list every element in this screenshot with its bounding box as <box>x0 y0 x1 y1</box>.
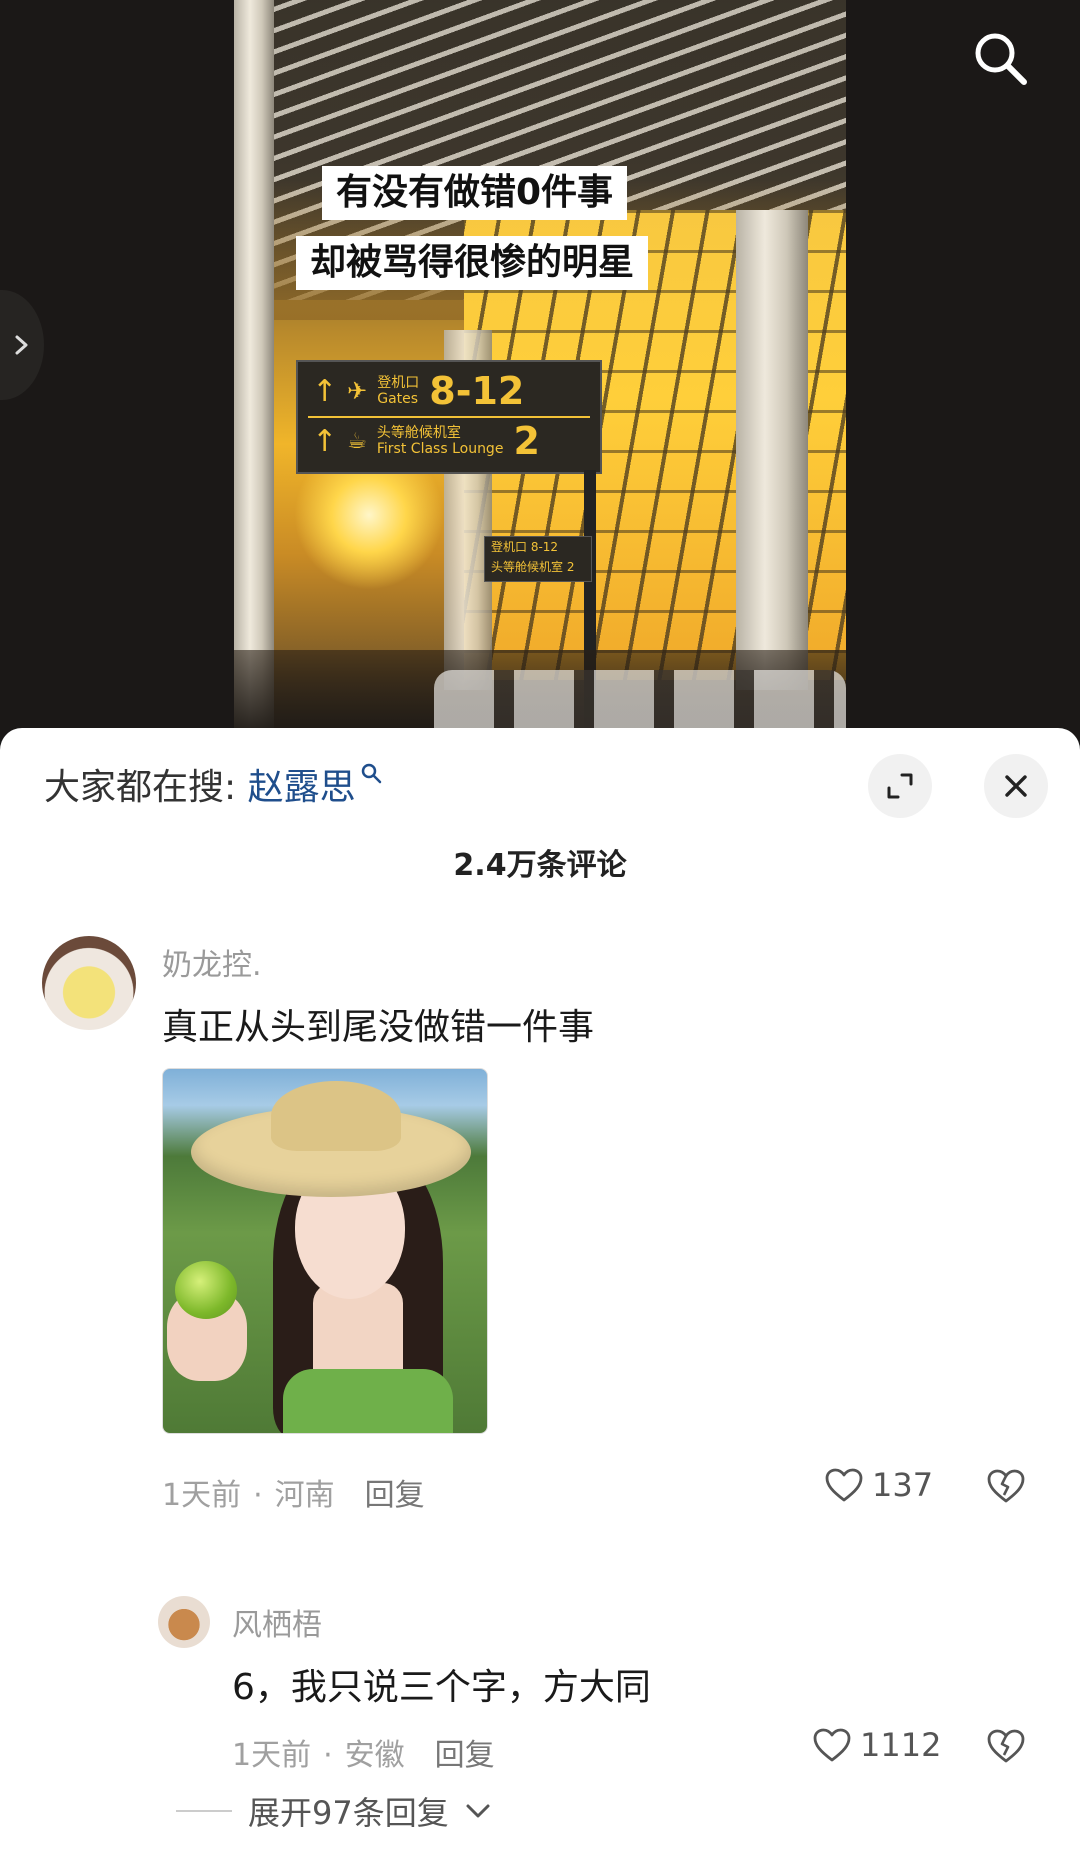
broken-heart-icon <box>987 1469 1025 1503</box>
like-count: 137 <box>872 1466 934 1504</box>
search-icon <box>361 763 381 784</box>
comment-sheet: 大家都在搜: 赵露思 2.4万条评论 奶龙控. 真正从头到尾没做错一件事 1天前… <box>0 728 1080 1870</box>
comment-text: 真正从头到尾没做错一件事 <box>162 1007 595 1048</box>
dislike-button[interactable] <box>986 1728 1026 1768</box>
like-button[interactable]: 137 <box>824 1466 933 1504</box>
chevron-down-icon <box>466 1804 490 1818</box>
close-button[interactable] <box>984 754 1048 818</box>
search-icon <box>975 33 1027 85</box>
comment-text: 6，我只说三个字，方大同 <box>232 1667 651 1708</box>
video-frame: ↑ ✈ 登机口 Gates 8-12 ↑ ☕ 头等舱候机室 First Class … <box>234 0 846 740</box>
airport-sign-secondary: 登机口 8-12 头等舱候机室 2 <box>484 536 592 582</box>
close-icon <box>1005 775 1027 797</box>
lounge-icon: ☕ <box>347 428 367 454</box>
video-caption-line1: 有没有做错0件事 <box>322 166 628 220</box>
comment-username[interactable]: 风栖梧 <box>232 1600 322 1644</box>
heart-icon <box>825 1468 863 1502</box>
dislike-button[interactable] <box>986 1468 1026 1508</box>
chevron-right-icon <box>15 335 28 355</box>
arrow-up-icon: ↑ <box>312 373 338 409</box>
like-button[interactable]: 1112 <box>812 1726 941 1764</box>
comment-meta: 1天前 · 安徽 回复 <box>232 1738 495 1773</box>
reply-button[interactable]: 回复 <box>365 1478 425 1513</box>
avatar[interactable] <box>158 1596 210 1648</box>
expand-icon <box>887 773 913 799</box>
trending-search-term[interactable]: 赵露思 <box>248 767 356 808</box>
heart-icon <box>813 1728 851 1762</box>
broken-heart-icon <box>987 1729 1025 1763</box>
reply-button[interactable]: 回复 <box>435 1738 495 1773</box>
airport-sign: ↑ ✈ 登机口 Gates 8-12 ↑ ☕ 头等舱候机室 First Class … <box>296 360 602 474</box>
trending-search-bar[interactable]: 大家都在搜: 赵露思 <box>44 758 382 810</box>
expand-replies-button[interactable]: 展开97条回复 <box>176 1788 491 1834</box>
comment-count: 2.4万条评论 <box>453 848 627 883</box>
video-caption-line2: 却被骂得很惨的明星 <box>296 236 649 290</box>
comment-meta: 1天前 · 河南 回复 <box>162 1478 425 1513</box>
arrow-up-icon: ↑ <box>312 423 338 459</box>
comment-image[interactable] <box>162 1068 488 1434</box>
comment-username[interactable]: 奶龙控. <box>162 940 262 984</box>
apple <box>175 1261 237 1319</box>
like-count: 1112 <box>860 1726 942 1764</box>
search-button[interactable] <box>970 28 1030 88</box>
avatar[interactable] <box>42 936 136 1030</box>
plane-icon: ✈ <box>347 377 368 405</box>
expand-button[interactable] <box>868 754 932 818</box>
